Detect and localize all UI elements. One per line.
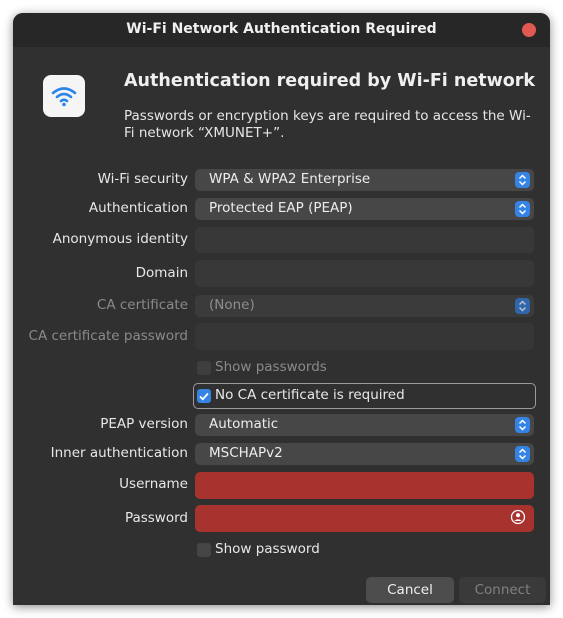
auth-dialog: Wi-Fi Network Authentication Required Au… <box>13 13 550 605</box>
anonymous-identity-field[interactable] <box>195 227 534 253</box>
username-label: Username <box>119 476 188 492</box>
authentication-value: Protected EAP (PEAP) <box>209 200 353 216</box>
ca-certificate-password-label: CA certificate password <box>28 328 188 344</box>
updown-chevron-icon <box>515 298 530 314</box>
ca-certificate-value: (None) <box>209 297 255 313</box>
show-passwords-label: Show passwords <box>215 359 327 375</box>
anonymous-identity-label: Anonymous identity <box>52 231 188 247</box>
password-label: Password <box>124 510 188 526</box>
no-ca-required-label: No CA certificate is required <box>215 387 405 403</box>
inner-authentication-label: Inner authentication <box>50 445 188 461</box>
peap-version-value: Automatic <box>209 416 279 432</box>
checkmark-icon <box>197 389 211 403</box>
close-button[interactable] <box>522 23 536 37</box>
checkbox-box <box>197 543 211 557</box>
wifi-security-value: WPA & WPA2 Enterprise <box>209 171 371 187</box>
peap-version-label: PEAP version <box>100 416 188 432</box>
wifi-security-select[interactable]: WPA & WPA2 Enterprise <box>195 169 534 191</box>
checkbox-box <box>197 361 211 375</box>
connect-button[interactable]: Connect <box>459 577 546 603</box>
ca-certificate-select[interactable]: (None) <box>195 295 534 317</box>
updown-chevron-icon <box>515 417 530 433</box>
username-field[interactable] <box>195 472 534 499</box>
inner-authentication-value: MSCHAPv2 <box>209 445 283 461</box>
dialog-heading: Authentication required by Wi-Fi network <box>124 71 536 91</box>
updown-chevron-icon <box>515 172 530 188</box>
ca-certificate-password-field[interactable] <box>195 323 534 350</box>
wifi-security-label: Wi-Fi security <box>97 171 188 187</box>
cancel-button[interactable]: Cancel <box>366 577 454 603</box>
password-peek-icon[interactable] <box>510 509 526 525</box>
domain-field[interactable] <box>195 260 534 287</box>
ca-certificate-label: CA certificate <box>96 297 188 313</box>
domain-label: Domain <box>135 265 188 281</box>
updown-chevron-icon <box>515 201 530 217</box>
dialog-description: Passwords or encryption keys are require… <box>124 108 531 141</box>
titlebar[interactable]: Wi-Fi Network Authentication Required <box>13 13 550 47</box>
wifi-icon <box>43 75 85 117</box>
peap-version-select[interactable]: Automatic <box>195 414 534 436</box>
window-title: Wi-Fi Network Authentication Required <box>126 21 437 37</box>
authentication-label: Authentication <box>88 200 188 216</box>
password-field[interactable] <box>195 505 534 532</box>
show-password-label: Show password <box>215 541 320 557</box>
authentication-select[interactable]: Protected EAP (PEAP) <box>195 198 534 220</box>
updown-chevron-icon <box>515 446 530 462</box>
inner-authentication-select[interactable]: MSCHAPv2 <box>195 443 534 465</box>
